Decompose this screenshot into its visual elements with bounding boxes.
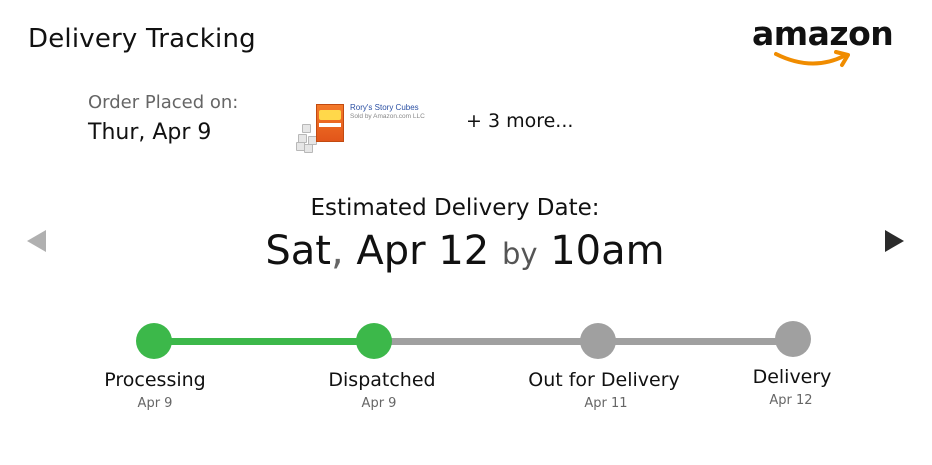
- step-dot-dispatched: [356, 323, 392, 359]
- step-label-processing: Processing: [104, 369, 206, 391]
- step-date-out-for-delivery: Apr 11: [584, 396, 628, 411]
- step-label-dispatched: Dispatched: [328, 369, 436, 391]
- step-date-dispatched: Apr 9: [361, 396, 397, 411]
- step-dot-out-for-delivery: [580, 323, 616, 359]
- step-dot-processing: [136, 323, 172, 359]
- step-label-delivery: Delivery: [752, 366, 832, 388]
- step-date-delivery: Apr 12: [769, 393, 813, 408]
- progress-line-complete: [154, 338, 374, 345]
- step-date-processing: Apr 9: [137, 396, 173, 411]
- step-dot-delivery: [775, 321, 811, 357]
- step-label-out-for-delivery: Out for Delivery: [528, 369, 680, 391]
- delivery-progress-tracker: Processing Apr 9 Dispatched Apr 9 Out fo…: [0, 0, 932, 465]
